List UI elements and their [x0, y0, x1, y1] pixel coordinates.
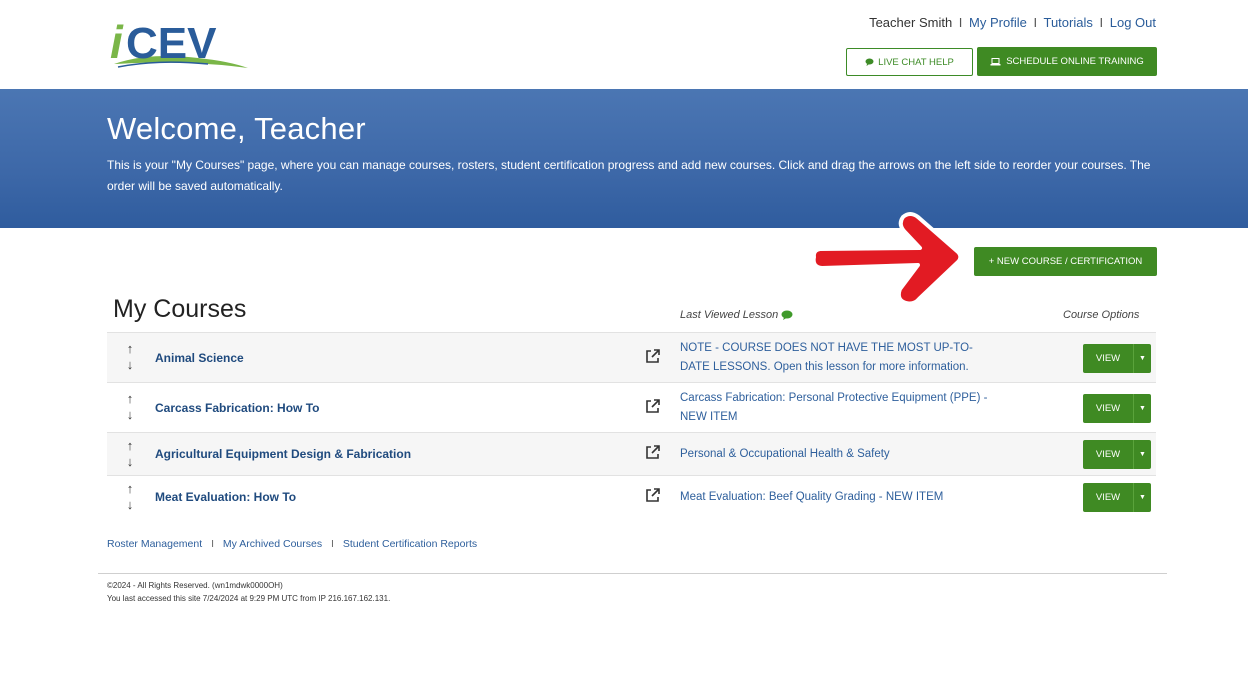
roster-management-link[interactable]: Roster Management	[107, 538, 202, 550]
external-link-icon[interactable]	[644, 487, 661, 504]
arrow-up-icon: ↑	[126, 481, 134, 496]
footer-links: Roster Management I My Archived Courses …	[107, 538, 477, 550]
reorder-handle[interactable]: ↑ ↓	[123, 391, 137, 423]
arrow-up-icon: ↑	[126, 438, 134, 453]
external-link-icon[interactable]	[644, 444, 661, 461]
reorder-handle[interactable]: ↑ ↓	[123, 481, 137, 513]
arrow-down-icon: ↓	[126, 407, 134, 422]
footer-separator: I	[211, 538, 214, 550]
last-viewed-lesson-link[interactable]: Carcass Fabrication: Personal Protective…	[680, 383, 990, 432]
red-annotation-arrow-icon	[811, 212, 963, 306]
icev-logo[interactable]: i CEV	[108, 14, 260, 74]
arrow-up-icon: ↑	[126, 341, 134, 356]
welcome-title: Welcome, Teacher	[107, 111, 366, 146]
last-access-text: You last accessed this site 7/24/2024 at…	[107, 594, 391, 603]
student-certification-reports-link[interactable]: Student Certification Reports	[343, 538, 477, 550]
log-out-link[interactable]: Log Out	[1110, 15, 1156, 30]
copyright-text: ©2024 - All Rights Reserved. (wn1mdwk000…	[107, 581, 283, 590]
user-nav: Teacher Smith I My Profile I Tutorials I…	[869, 15, 1156, 30]
view-label: VIEW	[1095, 403, 1121, 414]
view-label: VIEW	[1095, 353, 1121, 364]
svg-text:CEV: CEV	[126, 19, 217, 68]
reorder-handle[interactable]: ↑ ↓	[123, 341, 137, 373]
view-dropdown-button[interactable]: VIEW ▼	[1083, 440, 1151, 469]
view-dropdown-button[interactable]: VIEW ▼	[1083, 483, 1151, 512]
comment-icon	[781, 310, 793, 320]
welcome-banner: Welcome, Teacher This is your "My Course…	[0, 89, 1248, 228]
my-courses-title: My Courses	[113, 295, 247, 323]
table-row: ↑ ↓ Meat Evaluation: How To Meat Evaluat…	[107, 475, 1156, 518]
user-name: Teacher Smith	[869, 15, 953, 30]
last-viewed-lesson-link[interactable]: Personal & Occupational Health & Safety	[680, 433, 990, 475]
caret-down-icon[interactable]: ▼	[1133, 440, 1151, 469]
my-profile-link[interactable]: My Profile	[969, 15, 1027, 30]
course-name-link[interactable]: Agricultural Equipment Design & Fabricat…	[155, 433, 411, 475]
copyright-block: ©2024 - All Rights Reserved. (wn1mdwk000…	[107, 579, 390, 605]
nav-separator: I	[1033, 15, 1038, 30]
nav-separator: I	[958, 15, 963, 30]
course-options-header: Course Options	[1063, 309, 1140, 321]
external-link-icon[interactable]	[644, 398, 661, 415]
new-course-certification-button[interactable]: + NEW COURSE / CERTIFICATION	[974, 247, 1157, 276]
last-viewed-lesson-header: Last Viewed Lesson	[680, 309, 793, 321]
tutorials-link[interactable]: Tutorials	[1043, 15, 1092, 30]
external-link-icon[interactable]	[644, 348, 661, 365]
schedule-online-training-button[interactable]: SCHEDULE ONLINE TRAINING	[977, 47, 1157, 76]
last-viewed-lesson-label: Last Viewed Lesson	[680, 309, 779, 321]
my-archived-courses-link[interactable]: My Archived Courses	[223, 538, 322, 550]
arrow-up-icon: ↑	[126, 391, 134, 406]
courses-table: ↑ ↓ Animal Science NOTE - COURSE DOES NO…	[107, 332, 1156, 518]
last-viewed-lesson-link[interactable]: NOTE - COURSE DOES NOT HAVE THE MOST UP-…	[680, 333, 990, 382]
site-header: i CEV Teacher Smith I My Profile I Tutor…	[0, 0, 1248, 89]
caret-down-icon[interactable]: ▼	[1133, 483, 1151, 512]
caret-down-icon[interactable]: ▼	[1133, 394, 1151, 423]
course-name-link[interactable]: Animal Science	[155, 333, 244, 382]
caret-down-icon[interactable]: ▼	[1133, 344, 1151, 373]
arrow-down-icon: ↓	[126, 454, 134, 469]
last-viewed-lesson-link[interactable]: Meat Evaluation: Beef Quality Grading - …	[680, 476, 990, 518]
view-label: VIEW	[1095, 492, 1121, 503]
table-row: ↑ ↓ Carcass Fabrication: How To Carcass …	[107, 382, 1156, 432]
reorder-handle[interactable]: ↑ ↓	[123, 438, 137, 470]
view-label: VIEW	[1095, 449, 1121, 460]
live-chat-help-label: LIVE CHAT HELP	[878, 56, 954, 68]
view-dropdown-button[interactable]: VIEW ▼	[1083, 394, 1151, 423]
live-chat-help-button[interactable]: LIVE CHAT HELP	[846, 48, 973, 76]
welcome-description: This is your "My Courses" page, where yo…	[107, 158, 1151, 193]
svg-text:i: i	[110, 16, 124, 68]
schedule-online-training-label: SCHEDULE ONLINE TRAINING	[1006, 56, 1144, 67]
nav-separator: I	[1099, 15, 1104, 30]
course-name-link[interactable]: Carcass Fabrication: How To	[155, 383, 319, 432]
laptop-icon	[990, 57, 1001, 65]
table-row: ↑ ↓ Agricultural Equipment Design & Fabr…	[107, 432, 1156, 475]
course-name-link[interactable]: Meat Evaluation: How To	[155, 476, 296, 518]
table-row: ↑ ↓ Animal Science NOTE - COURSE DOES NO…	[107, 332, 1156, 382]
arrow-down-icon: ↓	[126, 357, 134, 372]
view-dropdown-button[interactable]: VIEW ▼	[1083, 344, 1151, 373]
footer-separator: I	[331, 538, 334, 550]
chat-bubble-icon	[865, 58, 874, 66]
arrow-down-icon: ↓	[126, 497, 134, 512]
footer-divider	[98, 573, 1167, 574]
